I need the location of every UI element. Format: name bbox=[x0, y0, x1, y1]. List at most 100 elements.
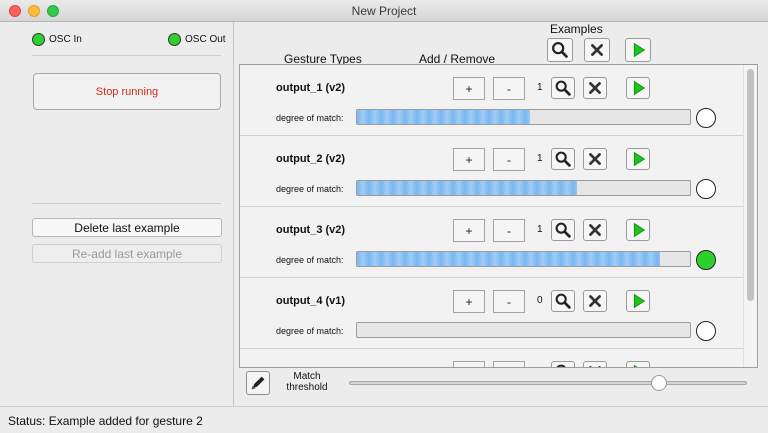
title-bar: New Project bbox=[0, 0, 768, 22]
threshold-label-line2: threshold bbox=[286, 382, 328, 393]
x-icon bbox=[589, 153, 601, 165]
readd-last-example-button[interactable]: Re-add last example bbox=[32, 244, 222, 263]
x-icon bbox=[589, 82, 601, 94]
clear-examples-button[interactable] bbox=[583, 77, 607, 99]
play-examples-button[interactable] bbox=[626, 290, 650, 312]
threshold-label-line1: Match bbox=[293, 371, 321, 382]
gesture-row: output_1 (v2) + - 1 degree of match: bbox=[240, 65, 743, 136]
left-panel: OSC In OSC Out Stop running Delete last … bbox=[0, 22, 234, 406]
play-examples-button[interactable] bbox=[626, 219, 650, 241]
magnifier-icon bbox=[555, 80, 571, 96]
osc-in-label: OSC In bbox=[49, 34, 82, 45]
add-example-button[interactable]: + bbox=[453, 77, 485, 100]
clear-examples-button[interactable] bbox=[583, 148, 607, 170]
clear-all-examples-button[interactable] bbox=[584, 38, 610, 62]
x-icon bbox=[589, 224, 601, 236]
magnifier-icon bbox=[555, 151, 571, 167]
divider bbox=[32, 203, 221, 204]
x-icon bbox=[591, 44, 603, 56]
example-count: 0 bbox=[537, 295, 543, 306]
remove-example-button[interactable]: - bbox=[493, 290, 525, 313]
degree-of-match-label: degree of match: bbox=[276, 113, 344, 123]
play-examples-button[interactable] bbox=[626, 148, 650, 170]
example-count: 0 bbox=[537, 366, 543, 367]
example-count: 1 bbox=[537, 224, 543, 235]
gesture-row: output_4 (v1) + - 0 degree of match: bbox=[240, 278, 743, 349]
degree-of-match-bar bbox=[356, 180, 691, 196]
degree-of-match-bar bbox=[356, 251, 691, 267]
search-all-examples-button[interactable] bbox=[547, 38, 573, 62]
play-icon bbox=[633, 42, 646, 58]
add-example-button[interactable]: + bbox=[453, 361, 485, 367]
gesture-row: output_2 (v2) + - 1 degree of match: bbox=[240, 136, 743, 207]
edit-button[interactable] bbox=[246, 371, 270, 395]
gesture-row: output_3 (v2) + - 1 degree of match: bbox=[240, 207, 743, 278]
gesture-name: output_1 (v2) bbox=[276, 82, 346, 94]
status-text: Status: Example added for gesture 2 bbox=[8, 414, 203, 428]
clear-examples-button[interactable] bbox=[583, 219, 607, 241]
x-icon bbox=[589, 366, 601, 367]
degree-of-match-label: degree of match: bbox=[276, 184, 344, 194]
play-icon bbox=[633, 293, 646, 309]
match-threshold-label: Match threshold bbox=[282, 371, 332, 393]
play-examples-button[interactable] bbox=[626, 361, 650, 367]
osc-in-led-icon bbox=[32, 33, 45, 46]
clear-examples-button[interactable] bbox=[583, 361, 607, 367]
divider bbox=[32, 55, 221, 56]
degree-of-match-bar bbox=[356, 109, 691, 125]
gesture-name: output_4 (v1) bbox=[276, 295, 346, 307]
x-icon bbox=[589, 295, 601, 307]
magnifier-icon bbox=[556, 364, 566, 367]
match-indicator-icon bbox=[696, 179, 716, 199]
remove-example-button[interactable]: - bbox=[493, 77, 525, 100]
search-examples-button[interactable] bbox=[551, 77, 575, 99]
search-examples-button[interactable] bbox=[551, 219, 575, 241]
play-icon bbox=[633, 151, 646, 167]
degree-of-match-fill bbox=[357, 110, 531, 124]
add-example-button[interactable]: + bbox=[453, 290, 485, 313]
osc-in-indicator: OSC In bbox=[32, 33, 82, 46]
stop-running-button[interactable]: Stop running bbox=[33, 73, 221, 110]
degree-of-match-label: degree of match: bbox=[276, 326, 344, 336]
magnifier-icon bbox=[555, 293, 571, 309]
degree-of-match-fill bbox=[357, 181, 577, 195]
status-bar: Status: Example added for gesture 2 bbox=[0, 406, 768, 433]
remove-example-button[interactable]: - bbox=[493, 361, 525, 367]
osc-out-led-icon bbox=[168, 33, 181, 46]
match-threshold-slider[interactable] bbox=[349, 375, 747, 391]
delete-last-example-button[interactable]: Delete last example bbox=[32, 218, 222, 237]
gesture-name: output_5 (v1) bbox=[276, 366, 345, 367]
play-all-examples-button[interactable] bbox=[625, 38, 651, 62]
osc-out-indicator: OSC Out bbox=[168, 33, 226, 46]
play-icon bbox=[633, 364, 638, 367]
example-count: 1 bbox=[537, 82, 543, 93]
degree-of-match-fill bbox=[357, 252, 661, 266]
match-indicator-icon bbox=[696, 108, 716, 128]
scrollbar-thumb[interactable] bbox=[747, 69, 754, 301]
add-example-button[interactable]: + bbox=[453, 148, 485, 171]
osc-out-label: OSC Out bbox=[185, 34, 226, 45]
play-icon bbox=[633, 222, 646, 238]
example-count: 1 bbox=[537, 153, 543, 164]
gesture-list[interactable]: output_1 (v2) + -1 degree of match: output_2… bbox=[239, 64, 758, 368]
gesture-row: output_5 (v1)+-0degree of match: bbox=[240, 349, 743, 367]
search-examples-button[interactable] bbox=[551, 148, 575, 170]
examples-header: Examples bbox=[550, 22, 603, 36]
remove-example-button[interactable]: - bbox=[493, 219, 525, 242]
gesture-name: output_3 (v2) bbox=[276, 224, 346, 236]
degree-of-match-label: degree of match: bbox=[276, 255, 344, 265]
magnifier-icon bbox=[552, 42, 568, 58]
remove-example-button[interactable]: - bbox=[493, 148, 525, 171]
window-title: New Project bbox=[351, 4, 417, 18]
scrollbar[interactable] bbox=[743, 65, 757, 367]
play-icon bbox=[633, 80, 646, 96]
search-examples-button[interactable] bbox=[551, 361, 575, 367]
degree-of-match-bar bbox=[356, 322, 691, 338]
magnifier-icon bbox=[555, 222, 571, 238]
add-example-button[interactable]: + bbox=[453, 219, 485, 242]
search-examples-button[interactable] bbox=[551, 290, 575, 312]
match-indicator-icon bbox=[696, 321, 716, 341]
slider-knob[interactable] bbox=[650, 375, 667, 391]
play-examples-button[interactable] bbox=[626, 77, 650, 99]
clear-examples-button[interactable] bbox=[583, 290, 607, 312]
